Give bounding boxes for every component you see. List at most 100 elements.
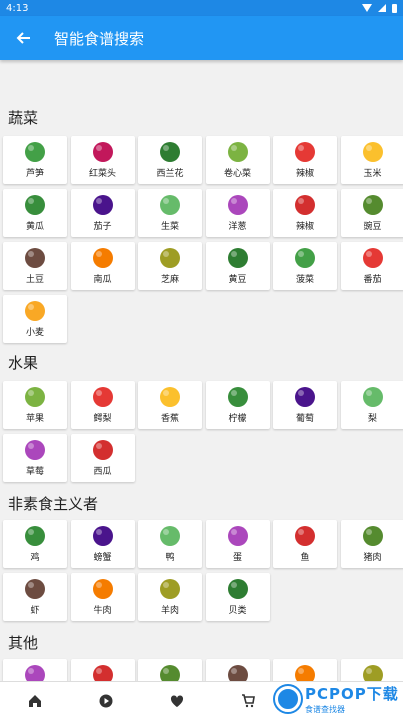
- section-title-nonveg: 非素食主义者: [8, 495, 99, 513]
- food-tile[interactable]: 菠菜: [273, 242, 337, 290]
- section-title-vegetables: 蔬菜: [8, 109, 39, 127]
- food-label: 苹果: [25, 414, 44, 424]
- food-label: 鱼: [300, 553, 310, 563]
- food-label: 黄豆: [228, 275, 247, 285]
- food-tile[interactable]: 螃蟹: [70, 520, 135, 568]
- food-tile[interactable]: 土豆: [3, 242, 67, 290]
- food-icon: [90, 659, 116, 681]
- food-label: 梨: [367, 414, 377, 424]
- signal-icon: [378, 4, 386, 12]
- section-title-fruits: 水果: [8, 354, 39, 372]
- food-tile[interactable]: 香蕉: [138, 381, 202, 429]
- food-tile[interactable]: 虾: [3, 573, 67, 621]
- food-tile[interactable]: [205, 659, 270, 681]
- nav-favorites[interactable]: [162, 686, 192, 716]
- food-label: 鸡: [30, 553, 40, 563]
- play-icon: [99, 694, 113, 708]
- food-tile[interactable]: 南瓜: [70, 242, 135, 290]
- food-tile[interactable]: 红菜头: [70, 136, 135, 184]
- food-label: 玉米: [363, 169, 382, 179]
- food-label: 辣椒: [295, 222, 314, 232]
- food-tile[interactable]: 豌豆: [340, 189, 403, 237]
- food-tile[interactable]: 茄子: [70, 189, 135, 237]
- food-label: 葡萄: [295, 414, 314, 424]
- food-label: 卷心菜: [223, 169, 251, 179]
- nav-cart[interactable]: [233, 686, 263, 716]
- food-icon: [225, 136, 251, 168]
- food-tile[interactable]: 芦笋: [3, 136, 67, 184]
- food-icon: [90, 520, 116, 552]
- food-tile[interactable]: [273, 659, 337, 681]
- food-tile[interactable]: 西兰花: [138, 136, 202, 184]
- food-tile[interactable]: 梨: [340, 381, 403, 429]
- food-tile[interactable]: 鱼: [273, 520, 337, 568]
- nav-home[interactable]: [20, 686, 50, 716]
- food-tile[interactable]: 鸭: [138, 520, 202, 568]
- food-icon: [292, 242, 318, 274]
- food-label: 生菜: [160, 222, 179, 232]
- food-icon: [22, 573, 48, 605]
- food-label: 鸭: [165, 553, 175, 563]
- food-label: 芝麻: [160, 275, 179, 285]
- food-icon: [22, 189, 48, 221]
- food-tile[interactable]: 鸡: [3, 520, 67, 568]
- food-tile[interactable]: [138, 659, 202, 681]
- food-icon: [360, 242, 386, 274]
- food-icon: [225, 573, 251, 605]
- food-icon: [90, 381, 116, 413]
- food-label: 蛋: [232, 553, 242, 563]
- food-tile[interactable]: 玉米: [340, 136, 403, 184]
- food-icon: [22, 520, 48, 552]
- back-arrow-icon: [16, 32, 30, 44]
- food-icon: [360, 381, 386, 413]
- food-tile[interactable]: 黄豆: [205, 242, 270, 290]
- food-label: 芦笋: [25, 169, 44, 179]
- food-tile[interactable]: 洋葱: [205, 189, 270, 237]
- food-tile[interactable]: 卷心菜: [205, 136, 270, 184]
- food-label: 西瓜: [93, 467, 112, 477]
- food-tile[interactable]: 鳄梨: [70, 381, 135, 429]
- food-tile[interactable]: 草莓: [3, 434, 67, 482]
- food-tile[interactable]: 苹果: [3, 381, 67, 429]
- food-icon: [157, 136, 183, 168]
- food-tile[interactable]: 羊肉: [138, 573, 202, 621]
- app-bar: 智能食谱搜索: [0, 16, 403, 60]
- food-tile[interactable]: [70, 659, 135, 681]
- food-icon: [157, 189, 183, 221]
- nav-play[interactable]: [91, 686, 121, 716]
- status-time: 4:13: [6, 2, 29, 14]
- food-tile[interactable]: 番茄: [340, 242, 403, 290]
- food-tile[interactable]: 辣椒: [273, 189, 337, 237]
- food-icon: [157, 381, 183, 413]
- home-icon: [29, 695, 42, 707]
- heart-icon: [170, 695, 183, 707]
- food-label: 辣椒: [295, 169, 314, 179]
- food-icon: [22, 242, 48, 274]
- food-icon: [22, 381, 48, 413]
- food-label: 香蕉: [160, 414, 179, 424]
- food-icon: [90, 242, 116, 274]
- food-tile[interactable]: 生菜: [138, 189, 202, 237]
- food-tile[interactable]: 辣椒: [273, 136, 337, 184]
- food-tile[interactable]: 葡萄: [273, 381, 337, 429]
- food-tile[interactable]: 柠檬: [205, 381, 270, 429]
- food-tile[interactable]: [3, 659, 67, 681]
- food-icon: [292, 659, 318, 681]
- food-label: 虾: [30, 606, 40, 616]
- food-tile[interactable]: 黄瓜: [3, 189, 67, 237]
- food-icon: [90, 573, 116, 605]
- food-tile[interactable]: 蛋: [205, 520, 270, 568]
- food-tile[interactable]: 小麦: [3, 295, 67, 343]
- page-title: 智能食谱搜索: [54, 29, 145, 48]
- food-tile[interactable]: 芝麻: [138, 242, 202, 290]
- food-label: 土豆: [25, 275, 44, 285]
- food-icon: [90, 136, 116, 168]
- food-tile[interactable]: 西瓜: [70, 434, 135, 482]
- food-icon: [360, 659, 386, 681]
- back-button[interactable]: [0, 16, 48, 60]
- food-tile[interactable]: 牛肉: [70, 573, 135, 621]
- food-tile[interactable]: [340, 659, 403, 681]
- food-tile[interactable]: 贝类: [205, 573, 270, 621]
- food-tile[interactable]: 猪肉: [340, 520, 403, 568]
- battery-icon: [392, 3, 397, 13]
